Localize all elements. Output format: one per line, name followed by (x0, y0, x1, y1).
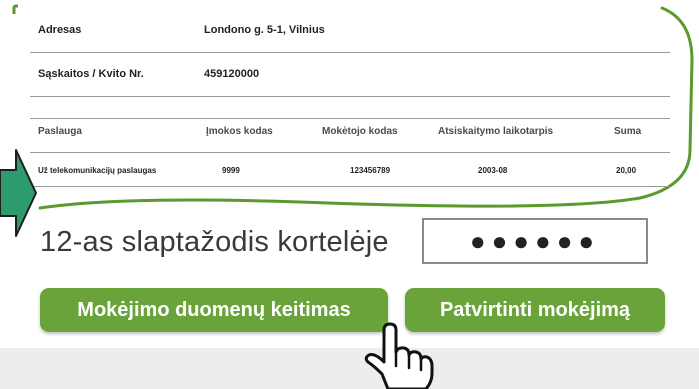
pin-label: 12-as slaptažodis kortelėje (40, 226, 389, 258)
table-cell-payment-code: 9999 (222, 166, 240, 175)
table-cell-period: 2003-08 (478, 166, 508, 175)
hand-pointer-icon (364, 322, 434, 389)
change-payment-data-button[interactable]: Mokėjimo duomenų keitimas (40, 288, 388, 332)
column-header-service: Paslauga (38, 126, 82, 137)
confirm-payment-button[interactable]: Patvirtinti mokėjimą (405, 288, 665, 332)
arrow-right-icon (0, 149, 37, 237)
address-label: Adresas (38, 24, 82, 36)
pin-masked-value: ●●●●●● (469, 226, 601, 256)
divider (30, 52, 670, 53)
invoice-number-label: Sąskaitos / Kvito Nr. (38, 68, 144, 80)
column-header-payer-code: Mokėtojo kodas (322, 126, 398, 137)
table-cell-payer-code: 123456789 (350, 166, 391, 175)
payment-confirmation-screen: Adresas Londono g. 5-1, Vilnius Sąskaito… (0, 0, 699, 389)
divider (30, 152, 670, 153)
divider (30, 186, 670, 187)
pin-input[interactable]: ●●●●●● (422, 218, 648, 264)
invoice-number-value: 459120000 (204, 68, 260, 80)
divider (30, 118, 670, 119)
table-cell-amount: 20,00 (616, 166, 637, 175)
divider (30, 96, 670, 97)
column-header-period: Atsiskaitymo laikotarpis (438, 126, 554, 137)
column-header-payment-code: Įmokos kodas (206, 126, 273, 137)
table-cell-service: Už telekomunikacijų paslaugas (38, 166, 157, 175)
column-header-amount: Suma (614, 126, 642, 137)
address-value: Londono g. 5-1, Vilnius (204, 24, 325, 36)
